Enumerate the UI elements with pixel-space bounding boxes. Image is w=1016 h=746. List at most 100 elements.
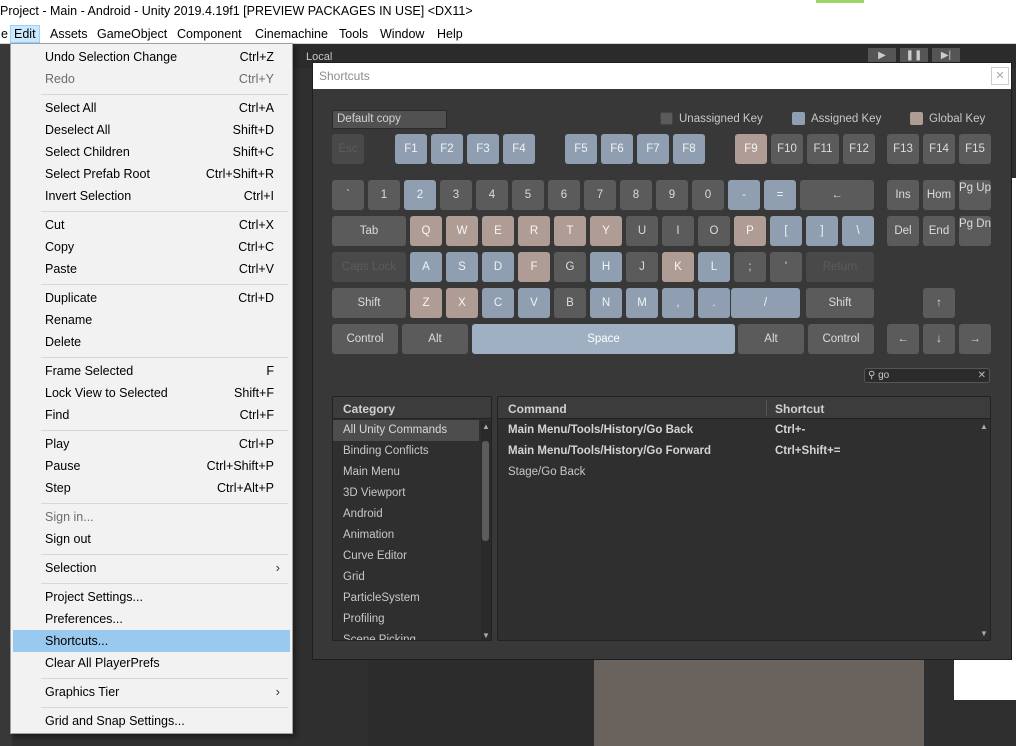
menu-help[interactable]: Help <box>434 25 466 43</box>
key-1[interactable]: 1 <box>368 180 400 210</box>
key-f10[interactable]: F10 <box>771 134 803 164</box>
key-left-shift[interactable]: Shift <box>332 288 406 318</box>
key-n[interactable]: N <box>590 288 622 318</box>
key-period[interactable]: . <box>698 288 730 318</box>
key-p[interactable]: P <box>734 216 766 246</box>
key-semicolon[interactable]: ; <box>734 252 766 282</box>
key-quote[interactable]: ' <box>770 252 802 282</box>
key-r[interactable]: R <box>518 216 550 246</box>
menu-item-undo[interactable]: Undo Selection Change Ctrl+Z <box>13 46 290 68</box>
key-left-bracket[interactable]: [ <box>770 216 802 246</box>
key-s[interactable]: S <box>446 252 478 282</box>
key-page-up[interactable]: Pg Up <box>959 180 991 210</box>
category-item[interactable]: Grid <box>333 567 479 588</box>
category-item[interactable]: Scene Picking <box>333 630 479 640</box>
menu-item-copy[interactable]: Copy Ctrl+C <box>13 236 290 258</box>
key-right-bracket[interactable]: ] <box>806 216 838 246</box>
key-f11[interactable]: F11 <box>807 134 839 164</box>
key-backquote[interactable]: ` <box>332 180 364 210</box>
clear-search-icon[interactable]: ✕ <box>978 369 986 382</box>
menu-gameobject[interactable]: GameObject <box>94 25 170 43</box>
key-b[interactable]: B <box>554 288 586 318</box>
key-o[interactable]: O <box>698 216 730 246</box>
key-w[interactable]: W <box>446 216 478 246</box>
menu-assets[interactable]: Assets <box>47 25 91 43</box>
key-9[interactable]: 9 <box>656 180 688 210</box>
key-right-control[interactable]: Control <box>808 324 874 354</box>
menu-item-sign-out[interactable]: Sign out <box>13 528 290 550</box>
key-x[interactable]: X <box>446 288 478 318</box>
key-f1[interactable]: F1 <box>395 134 427 164</box>
column-shortcut[interactable]: Shortcut <box>775 402 824 416</box>
key-f7[interactable]: F7 <box>637 134 669 164</box>
key-return[interactable]: Return <box>806 252 874 282</box>
menu-item-cut[interactable]: Cut Ctrl+X <box>13 214 290 236</box>
key-arrow-up[interactable]: ↑ <box>923 288 955 318</box>
menu-item-preferences[interactable]: Preferences... <box>13 608 290 630</box>
menu-item-find[interactable]: Find Ctrl+F <box>13 404 290 426</box>
key-6[interactable]: 6 <box>548 180 580 210</box>
menu-cinemachine[interactable]: Cinemachine <box>252 25 331 43</box>
menu-edit[interactable]: Edit <box>10 25 40 43</box>
command-row[interactable]: Stage/Go Back <box>498 462 978 483</box>
category-scroll-thumb[interactable] <box>482 441 489 541</box>
key-insert[interactable]: Ins <box>887 180 919 210</box>
key-g[interactable]: G <box>554 252 586 282</box>
menu-item-delete[interactable]: Delete <box>13 331 290 353</box>
key-d[interactable]: D <box>482 252 514 282</box>
key-backspace[interactable]: ← <box>800 180 874 210</box>
key-f4[interactable]: F4 <box>503 134 535 164</box>
scroll-up-icon[interactable]: ▲ <box>482 422 490 431</box>
key-arrow-left[interactable]: ← <box>887 324 919 354</box>
category-item[interactable]: Main Menu <box>333 462 479 483</box>
key-arrow-down[interactable]: ↓ <box>923 324 955 354</box>
menu-item-deselect-all[interactable]: Deselect All Shift+D <box>13 119 290 141</box>
key-m[interactable]: M <box>626 288 658 318</box>
category-item[interactable]: Profiling <box>333 609 479 630</box>
key-4[interactable]: 4 <box>476 180 508 210</box>
column-divider[interactable] <box>766 400 767 416</box>
key-y[interactable]: Y <box>590 216 622 246</box>
key-v[interactable]: V <box>518 288 550 318</box>
menu-item-lock-view[interactable]: Lock View to Selected Shift+F <box>13 382 290 404</box>
key-tab[interactable]: Tab <box>332 216 406 246</box>
category-item[interactable]: Android <box>333 504 479 525</box>
menu-item-frame-selected[interactable]: Frame Selected F <box>13 360 290 382</box>
key-backslash[interactable]: \ <box>842 216 874 246</box>
menu-item-project-settings[interactable]: Project Settings... <box>13 586 290 608</box>
category-item[interactable]: Animation <box>333 525 479 546</box>
key-f5[interactable]: F5 <box>565 134 597 164</box>
key-t[interactable]: T <box>554 216 586 246</box>
key-f12[interactable]: F12 <box>843 134 875 164</box>
key-left-alt[interactable]: Alt <box>402 324 468 354</box>
menu-window[interactable]: Window <box>377 25 427 43</box>
key-l[interactable]: L <box>698 252 730 282</box>
category-item[interactable]: Binding Conflicts <box>333 441 479 462</box>
key-h[interactable]: H <box>590 252 622 282</box>
menu-tools[interactable]: Tools <box>336 25 371 43</box>
key-j[interactable]: J <box>626 252 658 282</box>
key-slash[interactable]: / <box>731 288 800 318</box>
column-command[interactable]: Command <box>508 402 567 416</box>
key-comma[interactable]: , <box>662 288 694 318</box>
key-f13[interactable]: F13 <box>887 134 919 164</box>
scroll-down-icon[interactable]: ▼ <box>980 629 988 638</box>
menu-item-duplicate[interactable]: Duplicate Ctrl+D <box>13 287 290 309</box>
category-item[interactable]: ParticleSystem <box>333 588 479 609</box>
key-f3[interactable]: F3 <box>467 134 499 164</box>
scroll-down-icon[interactable]: ▼ <box>482 631 490 640</box>
key-f6[interactable]: F6 <box>601 134 633 164</box>
key-f2[interactable]: F2 <box>431 134 463 164</box>
category-item[interactable]: Curve Editor <box>333 546 479 567</box>
menu-item-paste[interactable]: Paste Ctrl+V <box>13 258 290 280</box>
menu-item-graphics-tier[interactable]: Graphics Tier › <box>13 681 290 703</box>
key-7[interactable]: 7 <box>584 180 616 210</box>
key-f[interactable]: F <box>518 252 550 282</box>
key-esc[interactable]: Esc <box>332 134 364 164</box>
menu-item-rename[interactable]: Rename <box>13 309 290 331</box>
search-input[interactable]: ⚲ go ✕ <box>864 368 990 383</box>
key-u[interactable]: U <box>626 216 658 246</box>
menu-item-clear-playerprefs[interactable]: Clear All PlayerPrefs <box>13 652 290 674</box>
command-row[interactable]: Main Menu/Tools/History/Go Forward Ctrl+… <box>498 441 978 462</box>
key-a[interactable]: A <box>410 252 442 282</box>
